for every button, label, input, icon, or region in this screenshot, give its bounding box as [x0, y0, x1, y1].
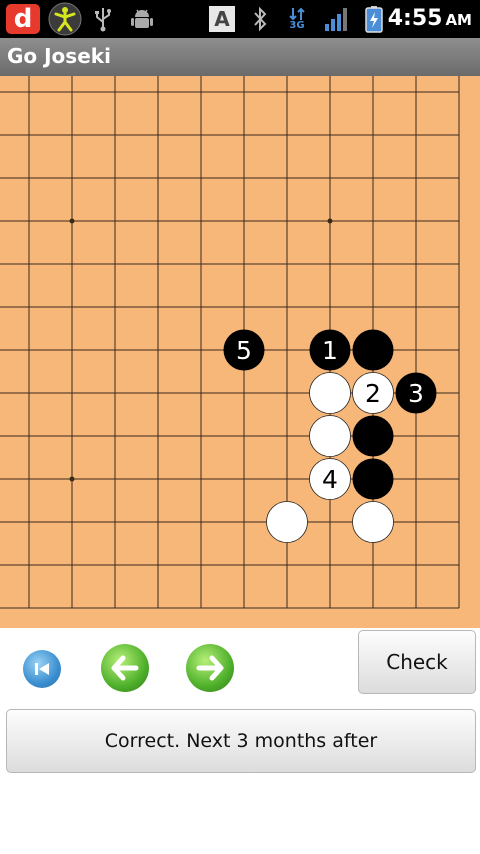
- white-stone-disc: [352, 501, 394, 543]
- app-title: Go Joseki: [7, 44, 111, 68]
- status-time: 4:55 AM: [388, 6, 472, 31]
- star-point: [327, 218, 333, 224]
- android-debug-icon: [130, 4, 154, 34]
- move-number-label: 5: [236, 336, 252, 365]
- skip-to-start-icon: [35, 663, 49, 675]
- battery-charging-icon: [364, 4, 384, 34]
- white-stone: 4: [309, 458, 351, 500]
- skip-to-start-button[interactable]: [23, 650, 61, 688]
- keyboard-a-icon: A: [209, 6, 235, 32]
- move-number-label: 1: [322, 336, 338, 365]
- dancer-icon: [46, 2, 84, 36]
- title-bar: Go Joseki: [0, 38, 480, 76]
- black-stone: 1: [309, 329, 351, 371]
- check-button[interactable]: Check: [358, 630, 476, 694]
- white-stone-disc: [309, 372, 351, 414]
- move-number-label: 4: [322, 465, 338, 494]
- move-number-label: 2: [365, 379, 381, 408]
- signal-icon: [324, 4, 350, 34]
- black-stone: [352, 415, 394, 457]
- black-stone-disc: [352, 458, 394, 500]
- forward-button[interactable]: [186, 644, 234, 692]
- time-ampm: AM: [445, 11, 472, 29]
- go-board[interactable]: 1 5 23 4: [0, 76, 480, 628]
- controls-panel: Check Correct. Next 3 months after: [0, 628, 480, 854]
- 3g-label: 3G: [289, 20, 305, 31]
- back-arrow-icon: [111, 655, 139, 681]
- back-button[interactable]: [101, 644, 149, 692]
- black-stone: [352, 458, 394, 500]
- white-stone: 2: [352, 372, 394, 414]
- result-message-button[interactable]: Correct. Next 3 months after: [6, 709, 476, 773]
- white-stone-disc: [309, 415, 351, 457]
- usb-icon: [92, 4, 114, 34]
- white-stone: [309, 372, 351, 414]
- black-stone: 5: [223, 329, 265, 371]
- board-canvas[interactable]: 1 5 2 3 4: [0, 76, 480, 628]
- black-stone-disc: [352, 415, 394, 457]
- white-stone: [352, 501, 394, 543]
- star-point: [69, 476, 75, 482]
- d-app-icon: d: [6, 4, 40, 34]
- black-stone-disc: [352, 329, 394, 371]
- white-stone: [266, 501, 308, 543]
- bluetooth-icon: [250, 4, 270, 34]
- time-text: 4:55: [387, 6, 443, 31]
- black-stone: 3: [395, 372, 437, 414]
- move-number-label: 3: [408, 379, 424, 408]
- star-point: [69, 218, 75, 224]
- 3g-icon: 3G: [286, 4, 308, 34]
- white-stone-disc: [266, 501, 308, 543]
- status-bar: d A 3G 4:55 AM: [0, 0, 480, 38]
- black-stone: [352, 329, 394, 371]
- white-stone: [309, 415, 351, 457]
- forward-arrow-icon: [196, 655, 224, 681]
